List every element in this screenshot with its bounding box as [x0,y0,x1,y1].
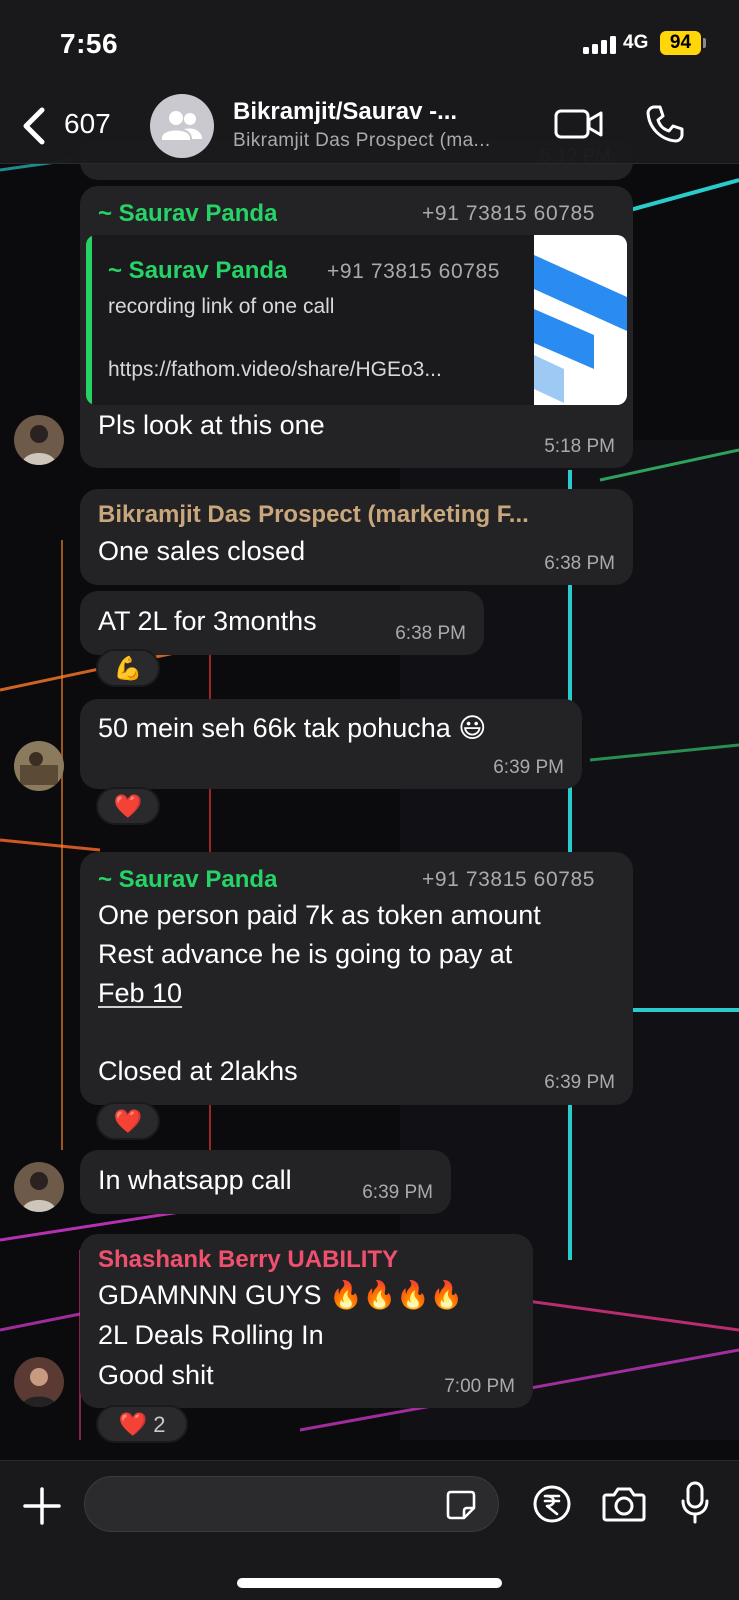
message-bubble[interactable]: ~ Saurav Panda +91 73815 60785 One perso… [80,852,633,1105]
message-text: AT 2L for 3months [98,606,317,636]
flexed-biceps-icon: 💪 [113,655,143,681]
message-time: 6:38 PM [395,623,466,644]
message-text-line: GDAMNNN GUYS 🔥🔥🔥🔥 [98,1280,464,1310]
reaction-badge[interactable]: ❤️ [96,787,160,825]
quote-accent-bar [86,235,92,405]
message-text: In whatsapp call [98,1165,292,1195]
message-input[interactable] [84,1476,499,1532]
heart-icon: ❤️ [113,793,143,819]
message-time: 6:39 PM [493,757,564,778]
home-indicator [237,1578,502,1588]
fathom-logo-icon [534,235,627,405]
heart-icon: ❤️ [118,1411,148,1437]
group-avatar[interactable] [150,94,214,158]
message-bubble[interactable]: In whatsapp call 6:39 PM [80,1150,451,1214]
message-text-line: 2L Deals Rolling In [98,1320,324,1350]
message-bubble[interactable]: Shashank Berry UABILITY GDAMNNN GUYS 🔥🔥🔥… [80,1234,533,1408]
video-camera-icon[interactable] [554,106,604,142]
camera-icon[interactable] [602,1485,646,1523]
quoted-text-line1: recording link of one call [108,295,335,318]
message-bubble[interactable]: AT 2L for 3months 6:38 PM [80,591,484,655]
message-time: 6:39 PM [362,1182,433,1203]
group-avatar-icon [162,111,202,140]
message-text: One sales closed [98,536,306,566]
message-text-line: One person paid 7k as token amount [98,900,541,930]
message-time: 5:18 PM [544,436,615,457]
quoted-sender-name: ~ Saurav Panda [108,257,288,284]
sender-name[interactable]: Shashank Berry UABILITY [98,1246,398,1274]
quoted-message[interactable]: ~ Saurav Panda +91 73815 60785 recording… [86,235,627,405]
message-text-line: Good shit [98,1360,214,1390]
heart-icon: ❤️ [113,1108,143,1134]
avatar-saurav[interactable] [14,1162,64,1212]
avatar-saurav[interactable] [14,415,64,465]
message-time: 6:38 PM [544,553,615,574]
reaction-badge[interactable]: ❤️ 2 [96,1405,188,1443]
message-time: 7:00 PM [444,1376,515,1397]
reaction-badge[interactable]: ❤️ [96,1102,160,1140]
phone-icon[interactable] [645,104,685,144]
message-text: Pls look at this one [98,410,325,440]
quoted-link: https://fathom.video/share/HGEo3... [108,358,442,381]
rupee-icon[interactable] [532,1484,572,1524]
sender-name[interactable]: ~ Saurav Panda [98,866,277,894]
network-type: 4G [623,32,649,53]
plus-icon[interactable] [22,1486,62,1526]
link-thumbnail [534,235,627,405]
battery-level: 94 [660,31,701,55]
avatar-bikramjit[interactable] [14,741,64,791]
message-time: 6:39 PM [544,1072,615,1093]
message-bubble[interactable]: 50 mein seh 66k tak pohucha 😃 6:39 PM [80,699,582,789]
status-time: 7:56 [60,28,119,59]
sender-name[interactable]: ~ Saurav Panda [98,200,277,228]
reaction-badge[interactable]: 💪 [96,649,160,687]
chevron-left-icon[interactable] [18,106,48,146]
chat-header: 7:56 4G 94 607 Bikramjit/Saurav -... Bik… [0,0,739,164]
sender-phone: +91 73815 60785 [422,202,596,225]
sender-phone: +91 73815 60785 [422,868,596,891]
date-link[interactable]: Feb 10 [98,974,182,1013]
chat-subtitle[interactable]: Bikramjit Das Prospect (ma... [233,130,533,152]
reaction-count: 2 [153,1412,166,1437]
message-bubble[interactable]: Bikramjit Das Prospect (marketing F... O… [80,489,633,585]
message-text: 50 mein seh 66k tak pohucha 😃 [98,713,487,743]
back-unread-count[interactable]: 607 [64,108,111,140]
signal-icon [583,36,617,54]
battery-tip [703,38,706,48]
message-text-line: Rest advance he is going to pay at [98,939,513,969]
quoted-sender-phone: +91 73815 60785 [327,260,501,283]
message-text-line: Closed at 2lakhs [98,1056,298,1086]
microphone-icon[interactable] [680,1481,710,1525]
sticker-icon[interactable] [445,1489,477,1521]
sender-name[interactable]: Bikramjit Das Prospect (marketing F... [98,501,608,529]
avatar-shashank[interactable] [14,1357,64,1407]
chat-title[interactable]: Bikramjit/Saurav -... [233,98,533,126]
message-composer [0,1460,739,1600]
message-bubble[interactable]: ~ Saurav Panda +91 73815 60785 ~ Saurav … [80,186,633,468]
